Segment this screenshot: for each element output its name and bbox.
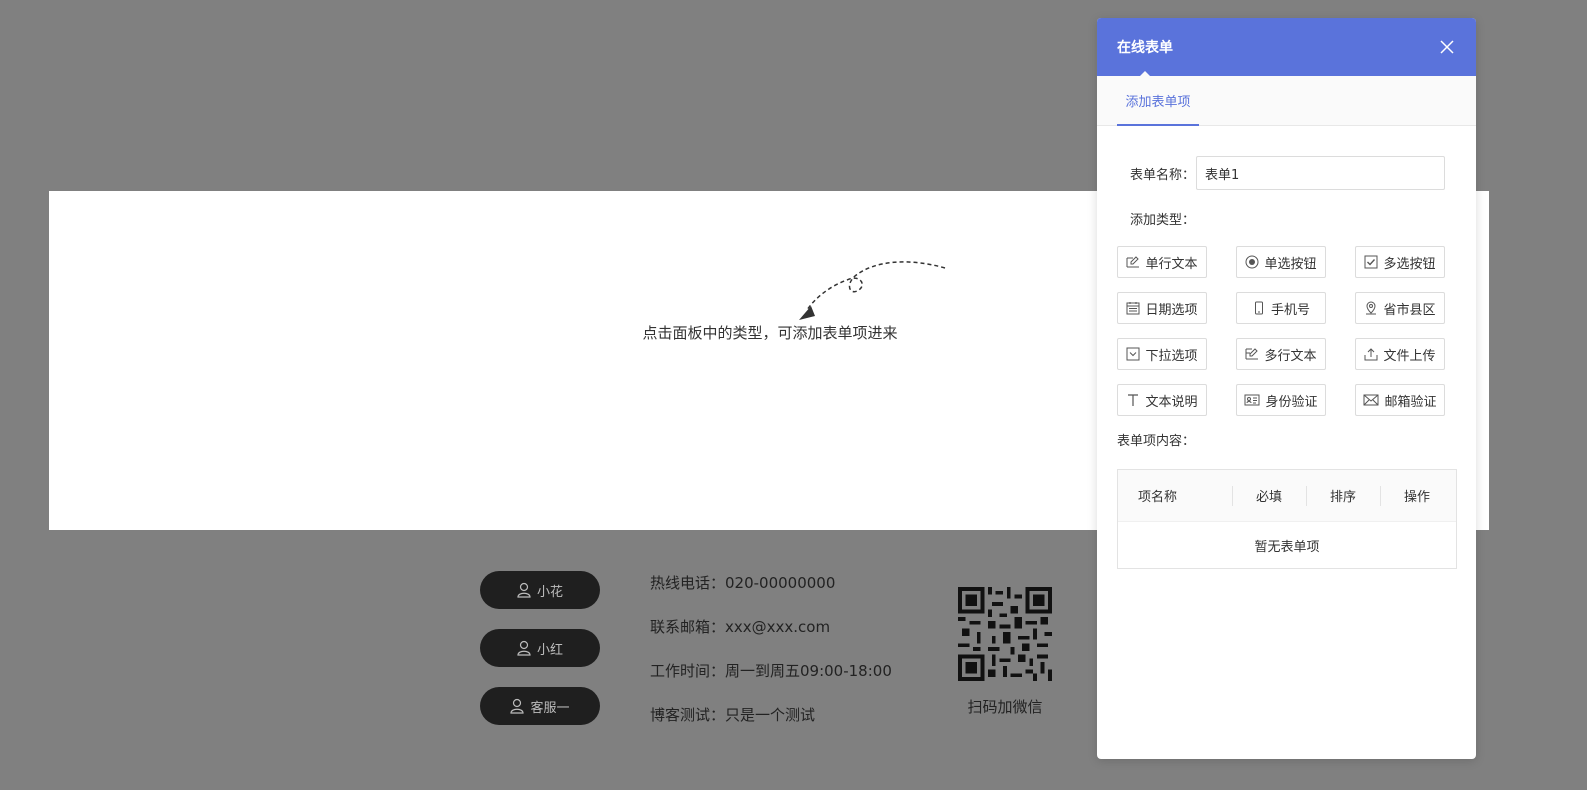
upload-icon bbox=[1364, 348, 1378, 361]
table-empty-message: 暂无表单项 bbox=[1118, 521, 1456, 568]
type-button-label: 多选按钮 bbox=[1383, 256, 1436, 272]
multi-line-text-icon bbox=[1245, 348, 1259, 360]
type-button-label: 下拉选项 bbox=[1145, 348, 1198, 364]
type-button-multi-line-text[interactable]: 多行文本 bbox=[1236, 338, 1326, 370]
email: 联系邮箱：xxx@xxx.com bbox=[650, 618, 831, 636]
type-button-label: 多行文本 bbox=[1264, 348, 1317, 364]
text-icon bbox=[1128, 394, 1139, 406]
blog-test: 博客测试：只是一个测试 bbox=[650, 706, 816, 724]
type-button-region[interactable]: 省市县区 bbox=[1355, 292, 1445, 324]
service-button-support[interactable]: 客服一 bbox=[480, 687, 600, 725]
user-icon bbox=[517, 640, 531, 656]
hotline: 热线电话：020-00000000 bbox=[650, 574, 836, 592]
close-icon[interactable] bbox=[1440, 40, 1454, 54]
form-items-table: 项名称 必填 排序 操作 暂无表单项 bbox=[1117, 469, 1457, 569]
table-header: 项名称 必填 排序 操作 bbox=[1118, 470, 1456, 521]
type-button-label: 文本说明 bbox=[1145, 394, 1198, 410]
phone-icon bbox=[1254, 301, 1263, 315]
type-button-label: 单行文本 bbox=[1145, 256, 1198, 272]
panel-title: 在线表单 bbox=[1117, 40, 1173, 56]
location-icon bbox=[1366, 301, 1377, 315]
user-icon bbox=[517, 582, 531, 598]
form-name-label: 表单名称： bbox=[1130, 168, 1196, 183]
calendar-icon bbox=[1126, 302, 1140, 315]
service-button-xiaohua[interactable]: 小花 bbox=[480, 571, 600, 609]
service-button-label: 小花 bbox=[536, 584, 563, 600]
service-button-xiaohong[interactable]: 小红 bbox=[480, 629, 600, 667]
type-button-id-verify[interactable]: 身份验证 bbox=[1236, 384, 1326, 416]
col-item-name: 项名称 bbox=[1138, 490, 1178, 505]
type-button-label: 单选按钮 bbox=[1264, 256, 1317, 272]
work-hours: 工作时间：周一到周五09:00-18:00 bbox=[650, 662, 892, 680]
dropdown-icon bbox=[1126, 347, 1140, 361]
column-divider bbox=[1380, 486, 1381, 506]
type-button-date[interactable]: 日期选项 bbox=[1117, 292, 1207, 324]
type-button-phone[interactable]: 手机号 bbox=[1236, 292, 1326, 324]
form-name-input[interactable] bbox=[1196, 156, 1445, 190]
tab-add-form-item[interactable]: 添加表单项 bbox=[1117, 76, 1199, 126]
mail-icon bbox=[1363, 394, 1379, 406]
column-divider bbox=[1232, 486, 1233, 506]
user-icon bbox=[510, 698, 525, 714]
checkbox-icon bbox=[1364, 255, 1378, 269]
type-button-label: 手机号 bbox=[1270, 302, 1310, 318]
form-items-label: 表单项内容： bbox=[1117, 434, 1196, 449]
qr-caption: 扫码加微信 bbox=[967, 698, 1043, 716]
type-button-checkbox[interactable]: 多选按钮 bbox=[1355, 246, 1445, 278]
tab-bar: 添加表单项 bbox=[1097, 76, 1476, 126]
online-form-panel: 在线表单 添加表单项 表单名称： 添加类型： 单行文本 单选按钮 多选按钮 日期… bbox=[1097, 18, 1476, 759]
col-sort: 排序 bbox=[1330, 490, 1357, 505]
type-button-label: 日期选项 bbox=[1145, 302, 1198, 318]
type-button-label: 身份验证 bbox=[1265, 394, 1318, 410]
type-button-single-line-text[interactable]: 单行文本 bbox=[1117, 246, 1207, 278]
add-type-label: 添加类型： bbox=[1130, 213, 1196, 228]
panel-header: 在线表单 bbox=[1097, 18, 1476, 77]
service-button-label: 客服一 bbox=[530, 700, 570, 716]
type-button-label: 文件上传 bbox=[1383, 348, 1436, 364]
type-button-label: 省市县区 bbox=[1383, 302, 1436, 318]
col-actions: 操作 bbox=[1404, 490, 1431, 505]
service-button-label: 小红 bbox=[536, 642, 563, 658]
single-line-text-icon bbox=[1126, 256, 1140, 268]
type-button-email-verify[interactable]: 邮箱验证 bbox=[1355, 384, 1445, 416]
type-button-radio[interactable]: 单选按钮 bbox=[1236, 246, 1326, 278]
radio-icon bbox=[1245, 255, 1259, 269]
column-divider bbox=[1306, 486, 1307, 506]
type-button-file-upload[interactable]: 文件上传 bbox=[1355, 338, 1445, 370]
dashed-arrow-icon bbox=[799, 261, 946, 320]
type-button-dropdown[interactable]: 下拉选项 bbox=[1117, 338, 1207, 370]
qr-code bbox=[958, 587, 1052, 681]
type-button-label: 邮箱验证 bbox=[1384, 394, 1437, 410]
id-card-icon bbox=[1244, 394, 1260, 406]
col-required: 必填 bbox=[1256, 490, 1283, 505]
type-button-text-description[interactable]: 文本说明 bbox=[1117, 384, 1207, 416]
